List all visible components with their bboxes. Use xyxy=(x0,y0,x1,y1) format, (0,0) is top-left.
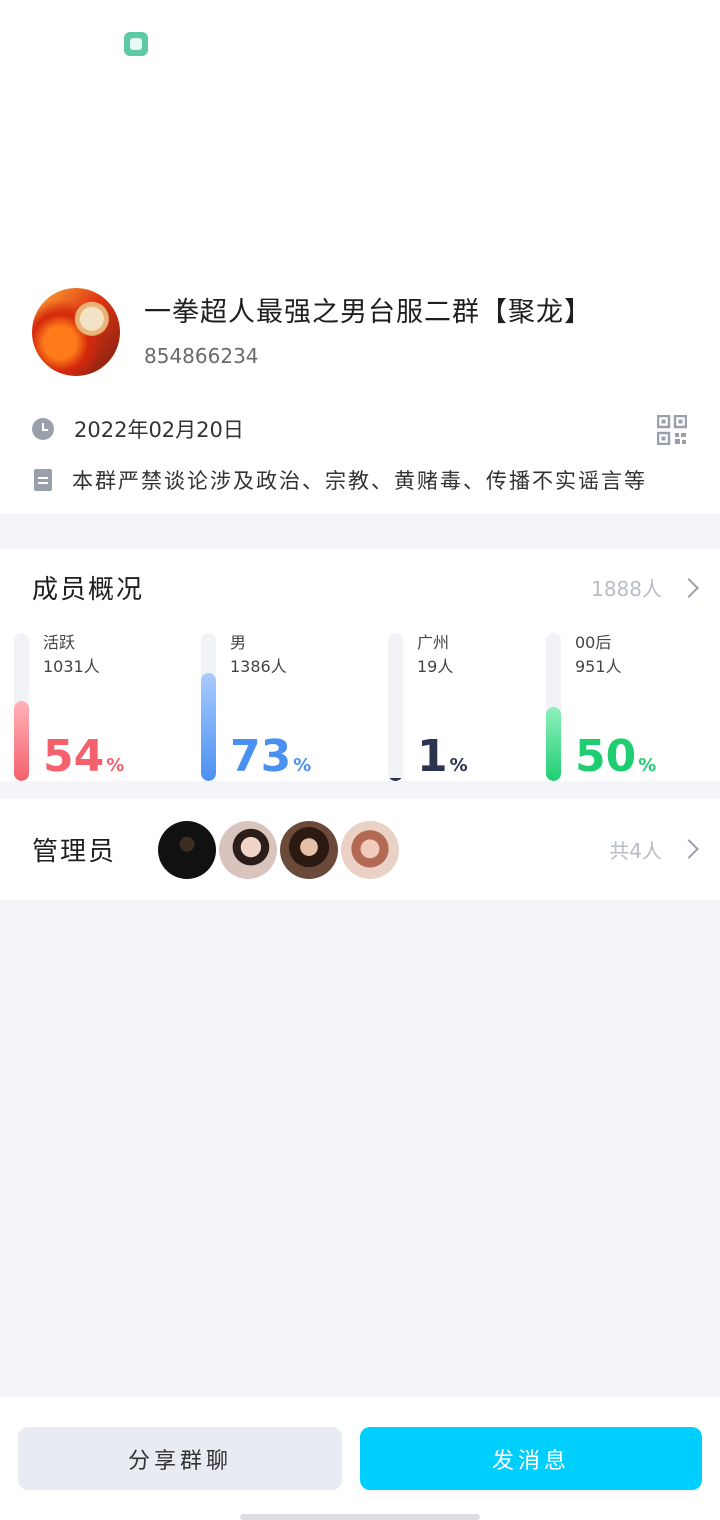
share-group-button[interactable]: 分享群聊 xyxy=(18,1427,342,1490)
stat-count: 1386人 xyxy=(230,657,287,676)
stat-bar-track xyxy=(201,633,216,781)
qr-code-icon[interactable] xyxy=(657,415,687,445)
stat-bar-track xyxy=(388,633,403,781)
group-name: 一拳超人最强之男台服二群【聚龙】 xyxy=(144,297,592,328)
description-row: 本群严禁谈论涉及政治、宗教、黄赌毒、传播不实谣言等 xyxy=(32,465,647,495)
stat-bar-fill xyxy=(14,701,29,781)
group-header: 一拳超人最强之男台服二群【聚龙】 854866234 2022年02月20日 本… xyxy=(0,0,720,514)
created-date-row: 2022年02月20日 xyxy=(32,414,244,444)
stat-label: 男 xyxy=(230,633,247,652)
send-message-button[interactable]: 发消息 xyxy=(360,1427,702,1490)
stat-percent-value: 73 xyxy=(230,731,292,782)
stat-percent-unit: % xyxy=(293,755,312,776)
stat-percent-unit: % xyxy=(638,755,657,776)
group-id: 854866234 xyxy=(144,344,259,368)
chevron-right-icon[interactable] xyxy=(679,578,699,598)
clock-icon xyxy=(32,418,54,440)
admin-title: 管理员 xyxy=(32,837,117,867)
avatar[interactable] xyxy=(158,821,216,879)
stat-male: 男 1386人 73% xyxy=(187,633,357,781)
stat-percent-value: 50 xyxy=(575,731,637,782)
stat-percent: 50% xyxy=(575,733,656,790)
avatar[interactable] xyxy=(280,821,338,879)
stat-percent-value: 54 xyxy=(43,731,105,782)
document-icon xyxy=(34,469,52,491)
admin-count: 共4人 xyxy=(609,839,662,863)
stat-bar-track xyxy=(546,633,561,781)
stat-percent: 73% xyxy=(230,733,311,790)
group-avatar[interactable] xyxy=(32,288,120,376)
avatar[interactable] xyxy=(341,821,399,879)
home-indicator[interactable] xyxy=(240,1514,480,1520)
stat-count: 19人 xyxy=(417,657,454,676)
stat-percent-value: 1 xyxy=(417,731,448,782)
member-overview-title: 成员概况 xyxy=(32,575,145,605)
stat-bar-fill xyxy=(546,707,561,781)
stat-percent: 54% xyxy=(43,733,124,790)
stat-post00: 00后 951人 50% xyxy=(532,633,702,781)
stat-active: 活跃 1031人 54% xyxy=(0,633,170,781)
stat-bar-fill xyxy=(388,778,403,781)
admin-avatars xyxy=(158,821,402,879)
stat-bar-track xyxy=(14,633,29,781)
avatar[interactable] xyxy=(219,821,277,879)
chevron-right-icon[interactable] xyxy=(679,839,699,859)
stat-bar-fill xyxy=(201,672,216,781)
stat-percent-unit: % xyxy=(449,755,468,776)
stat-count: 1031人 xyxy=(43,657,100,676)
bottom-action-bar: 分享群聊 发消息 xyxy=(0,1397,720,1520)
app-notification-icon xyxy=(124,32,148,56)
stat-percent-unit: % xyxy=(106,755,125,776)
stat-label: 00后 xyxy=(575,633,612,652)
stat-count: 951人 xyxy=(575,657,622,676)
admin-list[interactable]: 管理员 共4人 xyxy=(0,799,720,900)
created-date: 2022年02月20日 xyxy=(74,418,244,442)
group-description: 本群严禁谈论涉及政治、宗教、黄赌毒、传播不实谣言等 xyxy=(72,469,647,493)
member-count: 1888人 xyxy=(591,577,662,601)
stat-label: 活跃 xyxy=(43,633,76,652)
stat-guangzhou: 广州 19人 1% xyxy=(374,633,544,781)
stat-label: 广州 xyxy=(417,633,450,652)
member-overview[interactable]: 成员概况 1888人 活跃 1031人 54% 男 1386人 73% 广州 1… xyxy=(0,549,720,781)
stat-percent: 1% xyxy=(417,733,468,790)
